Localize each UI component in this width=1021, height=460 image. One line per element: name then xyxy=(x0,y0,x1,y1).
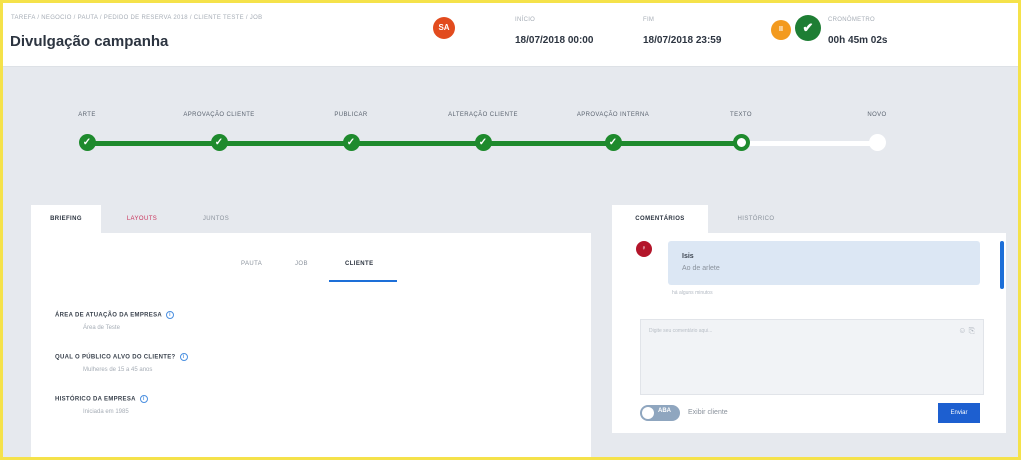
subtab-active-indicator xyxy=(329,280,397,282)
field-value: Mulheres de 15 a 45 anos xyxy=(83,367,153,373)
subtab-pauta[interactable]: PAUTA xyxy=(241,261,262,267)
step-check-icon: ✓ xyxy=(210,134,228,151)
step-check-icon: ✓ xyxy=(474,134,492,151)
toggle-label: Exibir cliente xyxy=(688,409,728,416)
field-value: Área de Teste xyxy=(83,325,120,331)
step-aprovação-cliente[interactable]: APROVAÇÃO CLIENTE ✓ xyxy=(159,103,279,151)
send-button[interactable]: Enviar xyxy=(938,403,980,423)
info-icon[interactable]: i xyxy=(166,311,175,319)
step-label: ARTE xyxy=(78,112,96,118)
step-label: ALTERAÇÃO CLIENTE xyxy=(448,112,518,118)
step-novo[interactable]: NOVO xyxy=(817,103,937,151)
briefing-panel: PAUTA JOB CLIENTE ÁREA DE ATUAÇÃO DA EMP… xyxy=(31,233,591,457)
comment-text: Ao de arlete xyxy=(682,265,720,272)
timer-label: CRONÔMETRO xyxy=(828,17,875,23)
step-label: PUBLICAR xyxy=(334,112,368,118)
field-label: HISTÓRICO DA EMPRESA i xyxy=(55,395,148,403)
step-label: NOVO xyxy=(867,112,887,118)
step-arte[interactable]: ARTE ✓ xyxy=(27,103,147,151)
breadcrumb[interactable]: TAREFA / NEGOCIO / PAUTA / PEDIDO DE RES… xyxy=(11,15,262,21)
field-label: QUAL O PÚBLICO ALVO DO CLIENTE? i xyxy=(55,353,188,361)
field-label: ÁREA DE ATUAÇÃO DA EMPRESA i xyxy=(55,311,175,319)
tab-briefing[interactable]: BRIEFING xyxy=(31,205,101,233)
comment-input[interactable]: Digite seu comentário aqui... ☺ ⎘ xyxy=(640,319,984,395)
subtab-job[interactable]: JOB xyxy=(295,261,308,267)
show-client-toggle[interactable]: ABA xyxy=(640,405,680,421)
tab-historico[interactable]: HISTÓRICO xyxy=(716,205,796,233)
task-header: TAREFA / NEGOCIO / PAUTA / PEDIDO DE RES… xyxy=(3,3,1018,67)
comments-panel: ♀ Isis Ao de arlete há alguns minutos Di… xyxy=(612,233,1006,433)
step-check-icon: ✓ xyxy=(342,134,360,151)
comment-author: Isis xyxy=(682,253,694,260)
step-check-icon: ✓ xyxy=(78,134,96,151)
step-label: APROVAÇÃO INTERNA xyxy=(576,112,650,118)
page-title: Divulgação campanha xyxy=(10,33,169,50)
input-toolbar: ☺ ⎘ xyxy=(958,326,975,336)
step-dot xyxy=(732,134,750,151)
step-publicar[interactable]: PUBLICAR ✓ xyxy=(291,103,411,151)
end-date-label: FIM xyxy=(643,17,655,23)
step-label: APROVAÇÃO CLIENTE xyxy=(183,112,255,118)
check-icon: ✔ xyxy=(802,20,814,35)
step-alteração-cliente[interactable]: ALTERAÇÃO CLIENTE ✓ xyxy=(423,103,543,151)
step-label: TEXTO xyxy=(730,112,752,118)
comment-bubble: Isis Ao de arlete xyxy=(668,241,980,285)
comment-placeholder: Digite seu comentário aqui... xyxy=(649,328,713,334)
info-icon[interactable]: i xyxy=(179,353,188,361)
subtab-cliente[interactable]: CLIENTE xyxy=(345,261,373,267)
emoji-icon[interactable]: ☺ xyxy=(958,326,966,335)
comment-avatar: ♀ xyxy=(636,241,652,257)
tab-juntos[interactable]: JUNTOS xyxy=(181,205,251,233)
briefing-tabs: BRIEFING LAYOUTS JUNTOS xyxy=(31,205,591,233)
tab-layouts[interactable]: LAYOUTS xyxy=(107,205,177,233)
avatar[interactable]: SA xyxy=(433,17,455,39)
comment-timestamp: há alguns minutos xyxy=(672,290,713,296)
toggle-knob xyxy=(642,407,654,419)
step-texto[interactable]: TEXTO xyxy=(681,103,801,151)
start-date-label: INÍCIO xyxy=(515,17,536,23)
complete-button[interactable]: ✔ xyxy=(795,15,821,41)
step-aprovação-interna[interactable]: APROVAÇÃO INTERNA ✓ xyxy=(553,103,673,151)
comments-tabs: COMENTÁRIOS HISTÓRICO xyxy=(612,205,1006,233)
attach-icon[interactable]: ⎘ xyxy=(969,326,975,335)
toggle-text: ABA xyxy=(658,408,671,414)
step-dot xyxy=(868,134,886,151)
info-icon[interactable]: i xyxy=(139,395,148,403)
app-window: TAREFA / NEGOCIO / PAUTA / PEDIDO DE RES… xyxy=(3,3,1018,457)
field-value: Iniciada em 1985 xyxy=(83,409,129,415)
timer-value: 00h 45m 02s xyxy=(828,35,888,46)
workflow-stepper: ARTE ✓ APROVAÇÃO CLIENTE ✓ PUBLICAR ✓ ALTERAÇÃ… xyxy=(3,103,1018,163)
step-check-icon: ✓ xyxy=(604,134,622,151)
tab-comentarios[interactable]: COMENTÁRIOS xyxy=(612,205,708,233)
pause-button[interactable]: II xyxy=(771,20,791,40)
end-date-value: 18/07/2018 23:59 xyxy=(643,35,722,46)
start-date-value: 18/07/2018 00:00 xyxy=(515,35,594,46)
comments-scrollbar[interactable] xyxy=(1000,241,1004,289)
